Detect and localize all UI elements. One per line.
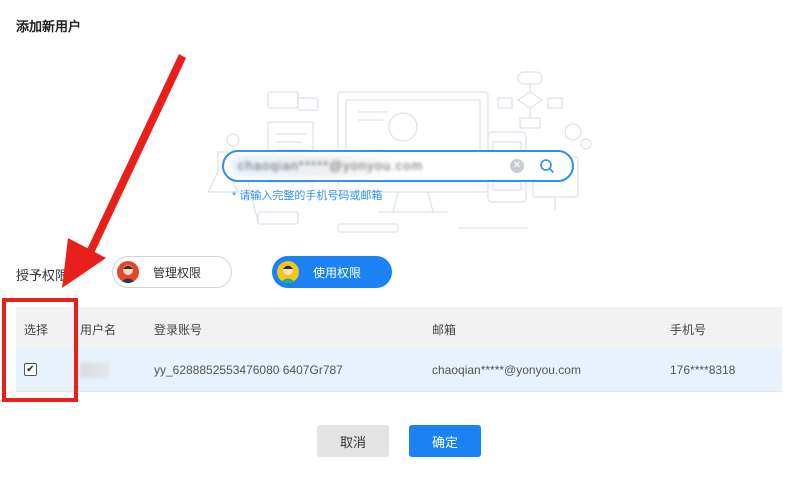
dialog-title: 添加新用户	[16, 19, 82, 34]
cancel-button[interactable]: 取消	[317, 425, 389, 457]
user-avatar-icon	[277, 261, 299, 283]
search-hint: * 请输入完整的手机号码或邮箱	[232, 190, 383, 202]
header-username: 用户名	[80, 323, 117, 337]
search-icon[interactable]	[538, 157, 556, 175]
table-header: 选择 用户名 登录账号 邮箱 手机号	[16, 307, 782, 349]
search-input-value: chaoqian*****@yonyou.com	[238, 158, 424, 173]
user-table: 选择 用户名 登录账号 邮箱 手机号 ✔ yy_6288852553476080…	[16, 307, 782, 392]
header-login: 登录账号	[154, 323, 203, 337]
row-email: chaoqian*****@yonyou.com	[432, 363, 581, 377]
account-search-input[interactable]: chaoqian*****@yonyou.com ✕	[222, 150, 574, 182]
header-email: 邮箱	[432, 323, 457, 337]
header-phone: 手机号	[670, 323, 707, 337]
clear-icon[interactable]: ✕	[510, 159, 524, 173]
table-row[interactable]: ✔ yy_6288852553476080 6407Gr787 chaoqian…	[16, 349, 782, 392]
use-permission-button[interactable]: 使用权限	[272, 256, 392, 288]
permission-label: 授予权限	[16, 268, 69, 283]
row-phone: 176****8318	[670, 363, 736, 377]
admin-avatar-icon	[117, 261, 139, 283]
admin-permission-label: 管理权限	[153, 265, 202, 280]
admin-permission-button[interactable]: 管理权限	[112, 256, 232, 288]
row-login: yy_6288852553476080 6407Gr787	[154, 363, 343, 377]
annotation-highlight-box	[2, 298, 78, 402]
confirm-button[interactable]: 确定	[409, 425, 481, 457]
use-permission-label: 使用权限	[313, 265, 362, 280]
username-redacted	[80, 362, 110, 378]
